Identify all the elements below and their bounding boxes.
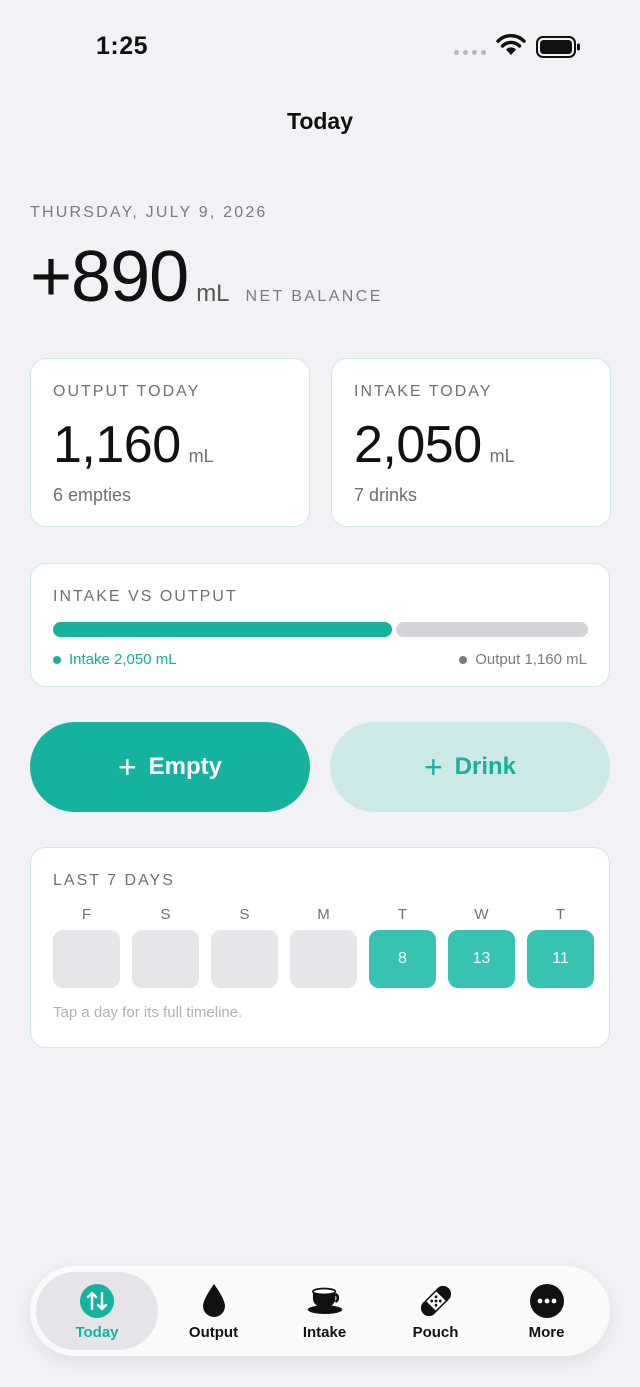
day-column[interactable]: S: [132, 906, 199, 988]
cellular-signal-icon: [454, 50, 486, 55]
tab-more[interactable]: More: [491, 1272, 602, 1350]
net-balance-value: +890: [30, 237, 189, 317]
day-cell[interactable]: [211, 930, 278, 988]
output-legend: Output 1,160 mL: [459, 651, 587, 668]
add-drink-label: Drink: [454, 753, 517, 780]
tab-intake[interactable]: Intake: [269, 1272, 380, 1350]
intake-value: 2,050: [354, 416, 482, 474]
comparison-bar: [53, 622, 588, 637]
day-cell[interactable]: [132, 930, 199, 988]
day-cell[interactable]: 8: [369, 930, 436, 988]
tab-label: Intake: [302, 1323, 347, 1341]
tab-label: More: [528, 1323, 565, 1341]
intake-dot-icon: [53, 655, 61, 664]
day-letter: S: [160, 906, 171, 923]
intake-unit: mL: [489, 446, 515, 466]
comparison-label: INTAKE VS OUTPUT: [53, 588, 238, 605]
day-letter: W: [474, 906, 489, 923]
status-time: 1:25: [96, 32, 149, 60]
net-balance-label: NET BALANCE: [245, 288, 383, 305]
net-balance: +890 mL NET BALANCE: [30, 236, 383, 318]
intake-vs-output-card: INTAKE VS OUTPUT Intake 2,050 mL Output …: [30, 563, 610, 687]
output-dot-icon: [459, 655, 468, 664]
day-cell[interactable]: 11: [527, 930, 594, 988]
intake-bar-segment: [53, 622, 392, 637]
day-cell[interactable]: [53, 930, 120, 988]
drop-icon: [195, 1282, 233, 1320]
intake-today-card[interactable]: INTAKE TODAY 2,050 mL 7 drinks: [331, 358, 611, 527]
tab-output[interactable]: Output: [158, 1272, 269, 1350]
tab-label: Output: [188, 1323, 239, 1341]
last-7-days-card: LAST 7 DAYS F S S M T 8 W 13 T 11 Tap a …: [30, 847, 610, 1048]
status-bar: 1:25: [0, 0, 640, 90]
intake-legend: Intake 2,050 mL: [53, 651, 177, 668]
arrows-up-down-icon: [78, 1282, 116, 1320]
more-icon: [528, 1282, 566, 1320]
day-column[interactable]: T 11: [527, 906, 594, 988]
output-value: 1,160: [53, 416, 181, 474]
output-unit: mL: [188, 446, 214, 466]
bandage-icon: [417, 1282, 455, 1320]
tab-bar: Today Output Intake Pouch More: [30, 1266, 610, 1356]
tab-label: Pouch: [412, 1323, 459, 1341]
tab-pouch[interactable]: Pouch: [380, 1272, 491, 1350]
week-label: LAST 7 DAYS: [53, 872, 175, 889]
output-bar-segment: [396, 622, 588, 637]
day-cell[interactable]: [290, 930, 357, 988]
intake-legend-text: Intake 2,050 mL: [69, 651, 177, 668]
day-column[interactable]: T 8: [369, 906, 436, 988]
tab-label: Today: [75, 1323, 119, 1341]
day-column[interactable]: F: [53, 906, 120, 988]
plus-icon: +: [117, 749, 137, 785]
date-label: THURSDAY, JULY 9, 2026: [30, 204, 268, 221]
output-card-label: OUTPUT TODAY: [53, 383, 201, 400]
day-letter: S: [239, 906, 250, 923]
day-letter: M: [317, 906, 330, 923]
page-title: Today: [286, 108, 354, 134]
add-empty-button[interactable]: + Empty: [30, 722, 310, 812]
week-hint: Tap a day for its full timeline.: [53, 1004, 243, 1021]
intake-count: 7 drinks: [354, 485, 418, 505]
day-column[interactable]: M: [290, 906, 357, 988]
wifi-icon: [496, 34, 526, 55]
cup-icon: [306, 1282, 344, 1320]
day-letter: T: [397, 906, 408, 923]
net-balance-unit: mL: [196, 280, 230, 307]
add-drink-button[interactable]: + Drink: [330, 722, 610, 812]
day-column[interactable]: S: [211, 906, 278, 988]
week-days: F S S M T 8 W 13 T 11: [53, 906, 594, 988]
output-today-card[interactable]: OUTPUT TODAY 1,160 mL 6 empties: [30, 358, 310, 527]
day-letter: T: [555, 906, 566, 923]
battery-icon: [536, 36, 580, 58]
day-cell[interactable]: 13: [448, 930, 515, 988]
add-empty-label: Empty: [148, 753, 223, 780]
output-count: 6 empties: [53, 485, 132, 505]
tab-today[interactable]: Today: [36, 1272, 158, 1350]
output-legend-text: Output 1,160 mL: [475, 651, 587, 668]
day-letter: F: [81, 906, 92, 923]
day-column[interactable]: W 13: [448, 906, 515, 988]
intake-card-label: INTAKE TODAY: [354, 383, 493, 400]
plus-icon: +: [423, 749, 443, 785]
